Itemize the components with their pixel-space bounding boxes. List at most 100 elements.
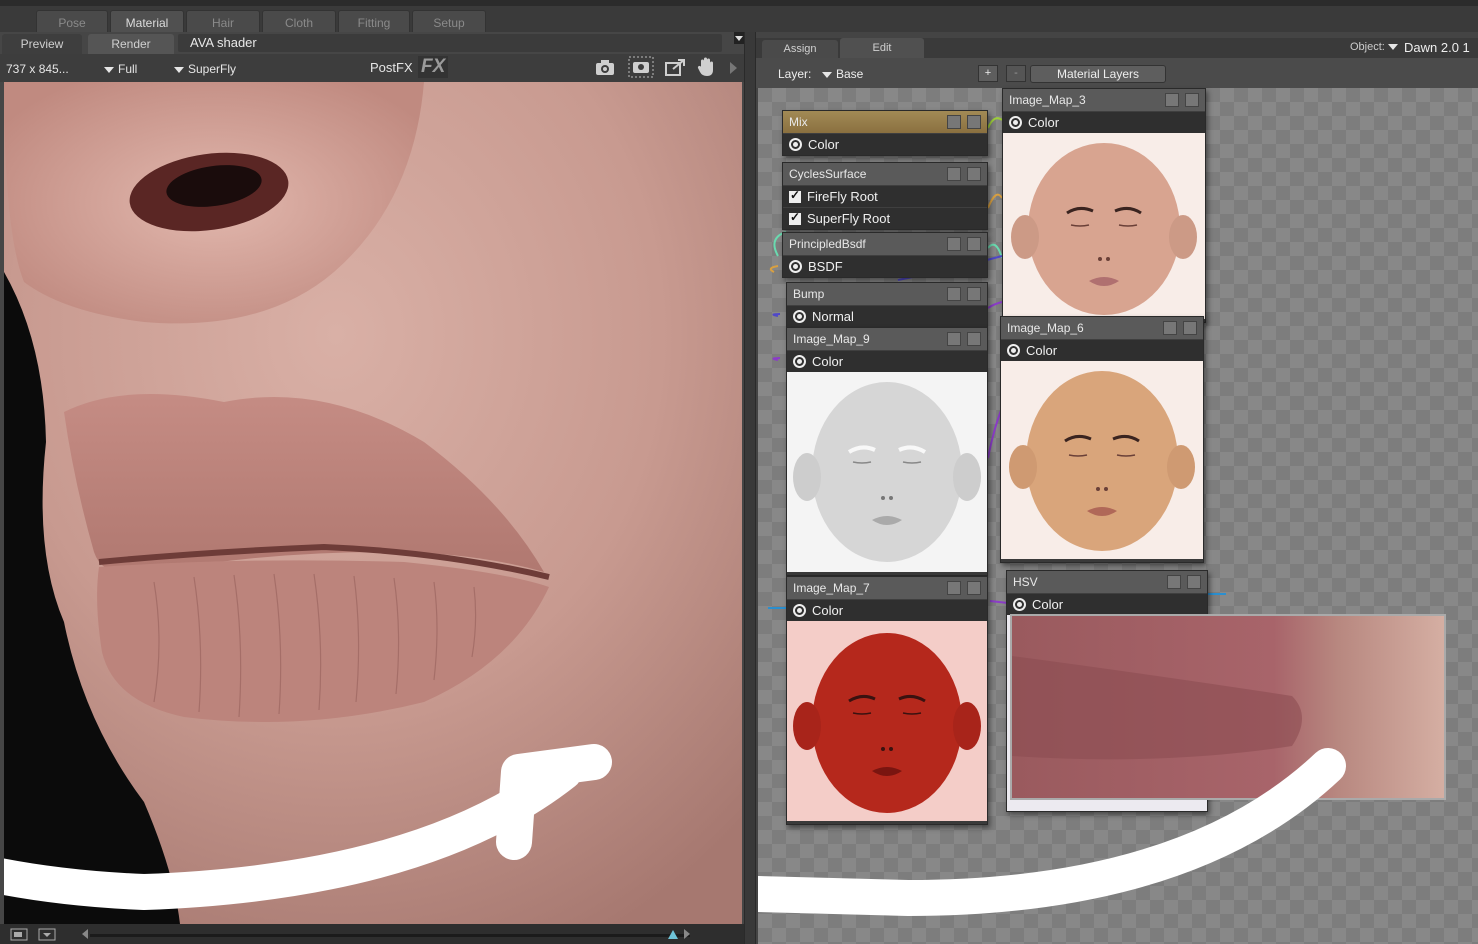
tab-fitting[interactable]: Fitting bbox=[338, 10, 410, 34]
shader-name-field[interactable]: AVA shader bbox=[178, 34, 722, 52]
render-toolbar: 737 x 845... Full SuperFly PostFX FX bbox=[0, 54, 752, 82]
frame-menu-icon[interactable] bbox=[38, 928, 56, 941]
quality-dropdown[interactable]: Full bbox=[104, 62, 137, 76]
node-map3-header[interactable]: Image_Map_3 bbox=[1003, 89, 1205, 111]
node-map6-header[interactable]: Image_Map_6 bbox=[1001, 317, 1203, 339]
camera-snapshot-icon[interactable] bbox=[628, 56, 654, 78]
socket-icon[interactable] bbox=[793, 310, 806, 323]
timeline-slider[interactable] bbox=[90, 934, 690, 937]
node-image-map-6[interactable]: Image_Map_6 Color bbox=[1000, 316, 1204, 563]
slider-left-arrow-icon[interactable] bbox=[82, 929, 88, 939]
engine-dropdown[interactable]: SuperFly bbox=[174, 62, 236, 76]
object-value[interactable]: Dawn 2.0 1 bbox=[1404, 40, 1470, 55]
preview-toggle-icon[interactable] bbox=[1187, 575, 1201, 589]
node-bump[interactable]: Bump Normal bbox=[786, 282, 988, 328]
tab-pose[interactable]: Pose bbox=[36, 10, 108, 34]
node-cycles-firefly[interactable]: FireFly Root bbox=[783, 185, 987, 207]
node-map7-header[interactable]: Image_Map_7 bbox=[787, 577, 987, 599]
tab-preview-label: Preview bbox=[20, 37, 64, 51]
fx-button[interactable]: FX bbox=[418, 56, 448, 78]
socket-icon[interactable] bbox=[789, 260, 802, 273]
node-cycles-surface[interactable]: CyclesSurface FireFly Root SuperFly Root bbox=[782, 162, 988, 230]
pan-hand-icon[interactable] bbox=[696, 56, 716, 78]
tab-setup-label: Setup bbox=[433, 15, 465, 30]
collapse-icon[interactable] bbox=[947, 115, 961, 129]
collapse-icon[interactable] bbox=[1163, 321, 1177, 335]
preview-toggle-icon[interactable] bbox=[1185, 93, 1199, 107]
preview-toggle-icon[interactable] bbox=[967, 237, 981, 251]
collapse-icon[interactable] bbox=[1167, 575, 1181, 589]
tab-preview[interactable]: Preview bbox=[2, 34, 82, 54]
preview-toggle-icon[interactable] bbox=[967, 332, 981, 346]
node-mix-header[interactable]: Mix bbox=[783, 111, 987, 133]
material-layers-button[interactable]: Material Layers bbox=[1030, 65, 1166, 83]
preview-toggle-icon[interactable] bbox=[967, 115, 981, 129]
tab-setup[interactable]: Setup bbox=[412, 10, 486, 34]
node-principled-bsdf[interactable]: PrincipledBsdf BSDF bbox=[782, 232, 988, 278]
socket-icon[interactable] bbox=[1007, 344, 1020, 357]
node-bump-output[interactable]: Normal bbox=[787, 305, 987, 327]
frame-icon[interactable] bbox=[10, 928, 28, 941]
socket-icon[interactable] bbox=[789, 138, 802, 151]
node-map7-output[interactable]: Color bbox=[787, 599, 987, 621]
node-cycles-header[interactable]: CyclesSurface bbox=[783, 163, 987, 185]
collapse-icon[interactable] bbox=[947, 581, 961, 595]
chevron-down-icon[interactable] bbox=[1388, 44, 1398, 50]
slider-handle[interactable] bbox=[668, 930, 678, 939]
node-cycles-superfly[interactable]: SuperFly Root bbox=[783, 207, 987, 229]
node-mix[interactable]: Mix Color bbox=[782, 110, 988, 156]
node-hsv-header[interactable]: HSV bbox=[1007, 571, 1207, 593]
checkbox-icon[interactable] bbox=[789, 188, 801, 203]
tab-hair-label: Hair bbox=[211, 15, 234, 30]
preview-toggle-icon[interactable] bbox=[967, 167, 981, 181]
socket-icon[interactable] bbox=[793, 355, 806, 368]
collapse-icon[interactable] bbox=[947, 167, 961, 181]
layer-dropdown[interactable]: Base bbox=[822, 67, 863, 81]
tab-material[interactable]: Material bbox=[110, 10, 184, 34]
remove-layer-button[interactable]: - bbox=[1006, 65, 1026, 82]
preview-toggle-icon[interactable] bbox=[967, 287, 981, 301]
preview-toggle-icon[interactable] bbox=[967, 581, 981, 595]
tab-edit[interactable]: Edit bbox=[840, 38, 924, 58]
tab-cloth[interactable]: Cloth bbox=[262, 10, 336, 34]
node-bump-output-label: Normal bbox=[812, 309, 854, 324]
checkbox-icon[interactable] bbox=[789, 210, 801, 225]
node-map9-output-label: Color bbox=[812, 354, 844, 369]
node-image-map-9[interactable]: Image_Map_9 Color bbox=[786, 327, 988, 576]
expand-arrow-icon[interactable] bbox=[730, 62, 737, 74]
share-icon[interactable] bbox=[664, 57, 688, 77]
socket-icon[interactable] bbox=[1013, 598, 1026, 611]
node-map6-output[interactable]: Color bbox=[1001, 339, 1203, 361]
collapse-icon[interactable] bbox=[1165, 93, 1179, 107]
pane-menu-button[interactable] bbox=[734, 32, 744, 44]
node-bump-header[interactable]: Bump bbox=[787, 283, 987, 305]
tab-hair[interactable]: Hair bbox=[186, 10, 260, 34]
node-principled-title: PrincipledBsdf bbox=[789, 237, 866, 251]
preview-toggle-icon[interactable] bbox=[1183, 321, 1197, 335]
camera-icon[interactable] bbox=[594, 58, 616, 76]
node-principled-output[interactable]: BSDF bbox=[783, 255, 987, 277]
socket-icon[interactable] bbox=[1009, 116, 1022, 129]
socket-icon[interactable] bbox=[793, 604, 806, 617]
node-map7-output-label: Color bbox=[812, 603, 844, 618]
tab-render[interactable]: Render bbox=[88, 34, 174, 54]
shader-name: AVA shader bbox=[190, 35, 257, 50]
node-hsv-output[interactable]: Color bbox=[1007, 593, 1207, 615]
node-map9-header[interactable]: Image_Map_9 bbox=[787, 328, 987, 350]
node-principled-header[interactable]: PrincipledBsdf bbox=[783, 233, 987, 255]
node-graph-canvas[interactable]: Mix Color CyclesSurface FireFly Root Sup… bbox=[758, 88, 1478, 944]
node-mix-output[interactable]: Color bbox=[783, 133, 987, 155]
node-map3-output[interactable]: Color bbox=[1003, 111, 1205, 133]
collapse-icon[interactable] bbox=[947, 287, 961, 301]
node-image-map-3[interactable]: Image_Map_3 Color bbox=[1002, 88, 1206, 323]
collapse-icon[interactable] bbox=[947, 332, 961, 346]
tab-assign[interactable]: Assign bbox=[762, 40, 838, 58]
collapse-icon[interactable] bbox=[947, 237, 961, 251]
slider-right-arrow-icon[interactable] bbox=[684, 929, 690, 939]
postfx-label[interactable]: PostFX bbox=[370, 60, 413, 75]
node-map9-output[interactable]: Color bbox=[787, 350, 987, 372]
tab-cloth-label: Cloth bbox=[284, 15, 313, 30]
add-layer-button[interactable]: + bbox=[978, 65, 998, 82]
pane-splitter[interactable] bbox=[744, 32, 756, 944]
render-viewport[interactable] bbox=[4, 82, 742, 924]
